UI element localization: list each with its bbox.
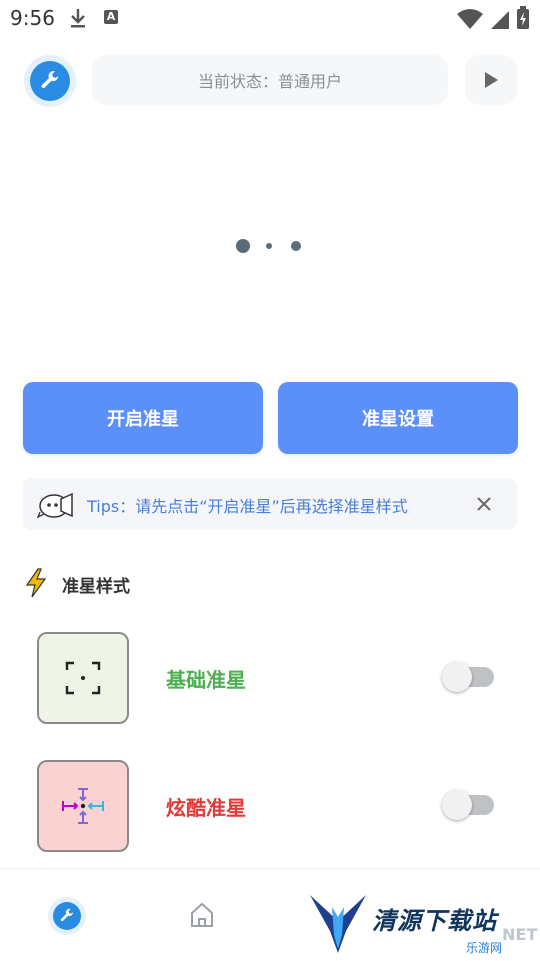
nav-tools-tab[interactable] <box>48 897 86 935</box>
carousel-dot[interactable] <box>266 243 272 249</box>
toggle-knob <box>442 662 472 692</box>
toggle-cool[interactable] <box>442 790 494 820</box>
carousel-indicator <box>0 238 540 254</box>
enable-crosshair-button[interactable]: 开启准星 <box>23 382 263 454</box>
accessibility-icon: A <box>104 10 118 24</box>
battery-icon <box>517 6 529 29</box>
toggle-basic[interactable] <box>442 662 494 692</box>
status-bar: 9:56 A <box>0 0 540 36</box>
tips-text: Tips：请先点击“开启准星”后再选择准星样式 <box>87 497 408 516</box>
current-status-text: 当前状态：普通用户 <box>197 72 342 91</box>
enable-crosshair-label: 开启准星 <box>107 409 179 430</box>
carousel-dot-active[interactable] <box>236 239 250 253</box>
toggle-knob <box>442 790 472 820</box>
watermark-emblem <box>310 895 366 953</box>
tips-banner: Tips：请先点击“开启准星”后再选择准星样式 <box>23 478 517 530</box>
status-time: 9:56 <box>10 6 55 30</box>
download-icon <box>71 9 85 28</box>
crosshair-basic-icon <box>65 661 101 695</box>
style-name-basic: 基础准星 <box>166 668 246 692</box>
section-title: 准星样式 <box>62 577 130 597</box>
cool-crosshair-preview[interactable] <box>37 760 129 852</box>
close-icon[interactable] <box>471 491 497 517</box>
crosshair-settings-button[interactable]: 准星设置 <box>278 382 518 454</box>
megaphone-icon <box>37 492 73 519</box>
crosshair-settings-label: 准星设置 <box>362 409 434 430</box>
watermark-net: NET <box>502 925 538 944</box>
watermark-text: 清源下载站 <box>372 907 497 935</box>
play-icon <box>485 72 498 88</box>
status-right-icons <box>456 6 530 34</box>
watermark-logo: 清源下载站 NET 乐游网 <box>306 887 538 957</box>
style-name-cool: 炫酷准星 <box>166 796 246 820</box>
home-icon[interactable] <box>188 901 216 929</box>
wrench-icon <box>30 61 70 101</box>
wifi-icon <box>456 9 483 29</box>
signal-icon <box>490 11 509 29</box>
basic-crosshair-preview[interactable] <box>37 632 129 724</box>
play-button[interactable] <box>465 55 517 105</box>
watermark-sub: 乐游网 <box>466 941 503 955</box>
wrench-icon <box>53 902 81 930</box>
current-status-pill: 当前状态：普通用户 <box>92 55 448 105</box>
tool-icon-button[interactable] <box>24 55 76 107</box>
bottom-nav: 清源下载站 NET 乐游网 <box>0 868 540 961</box>
carousel-dot[interactable] <box>291 241 301 251</box>
crosshair-cool-icon <box>62 788 104 824</box>
lightning-icon <box>25 568 47 598</box>
